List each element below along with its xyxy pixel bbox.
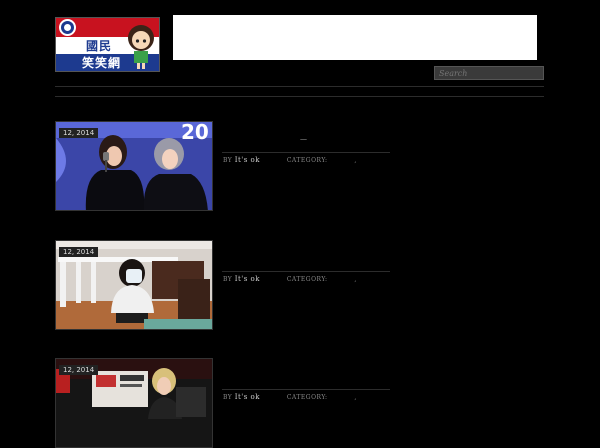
search-input[interactable] (434, 66, 544, 80)
post-title-divider (222, 152, 390, 153)
header-banner-ad[interactable] (173, 15, 537, 60)
sun-icon (59, 19, 76, 36)
post-by-label: BY (223, 157, 233, 164)
post-title[interactable]: — (300, 135, 307, 143)
post-item: 12, 2014 BY It's ok CATEGORY: , (55, 358, 395, 448)
post-date-badge: 12, 2014 (59, 365, 99, 375)
header-divider-bottom (55, 96, 544, 97)
post-author-link[interactable]: It's ok (235, 156, 260, 164)
post-date-badge: 12, 2014 (59, 128, 99, 138)
header-divider-top (55, 86, 544, 87)
post-title-divider (222, 271, 390, 272)
post-meta: BY It's ok CATEGORY: , (223, 275, 357, 283)
logo-text-line2: 笑笑網 (82, 56, 122, 70)
post-category-value[interactable]: , (354, 276, 356, 283)
post-thumbnail[interactable]: 12, 2014 (55, 240, 213, 330)
post-item: 20 12, 2014 — BY It's ok CATEGORY: , (55, 121, 395, 211)
post-item: 12, 2014 BY It's ok CATEGORY: , (55, 240, 395, 330)
post-category-value[interactable]: , (354, 157, 356, 164)
post-date-badge: 12, 2014 (59, 247, 99, 257)
svg-text:20: 20 (181, 122, 209, 144)
post-meta: BY It's ok CATEGORY: , (223, 156, 357, 164)
post-category-label: CATEGORY: (286, 276, 328, 283)
site-logo[interactable]: 國民 笑笑網 (55, 17, 160, 72)
post-thumbnail[interactable]: 20 12, 2014 (55, 121, 213, 211)
logo-text-line1: 國民 (86, 39, 113, 53)
cartoon-girl-icon (128, 25, 154, 69)
post-by-label: BY (223, 276, 233, 283)
post-author-link[interactable]: It's ok (235, 275, 260, 283)
post-thumbnail[interactable]: 12, 2014 (55, 358, 213, 448)
post-category-label: CATEGORY: (286, 157, 328, 164)
post-title-divider (222, 389, 390, 390)
